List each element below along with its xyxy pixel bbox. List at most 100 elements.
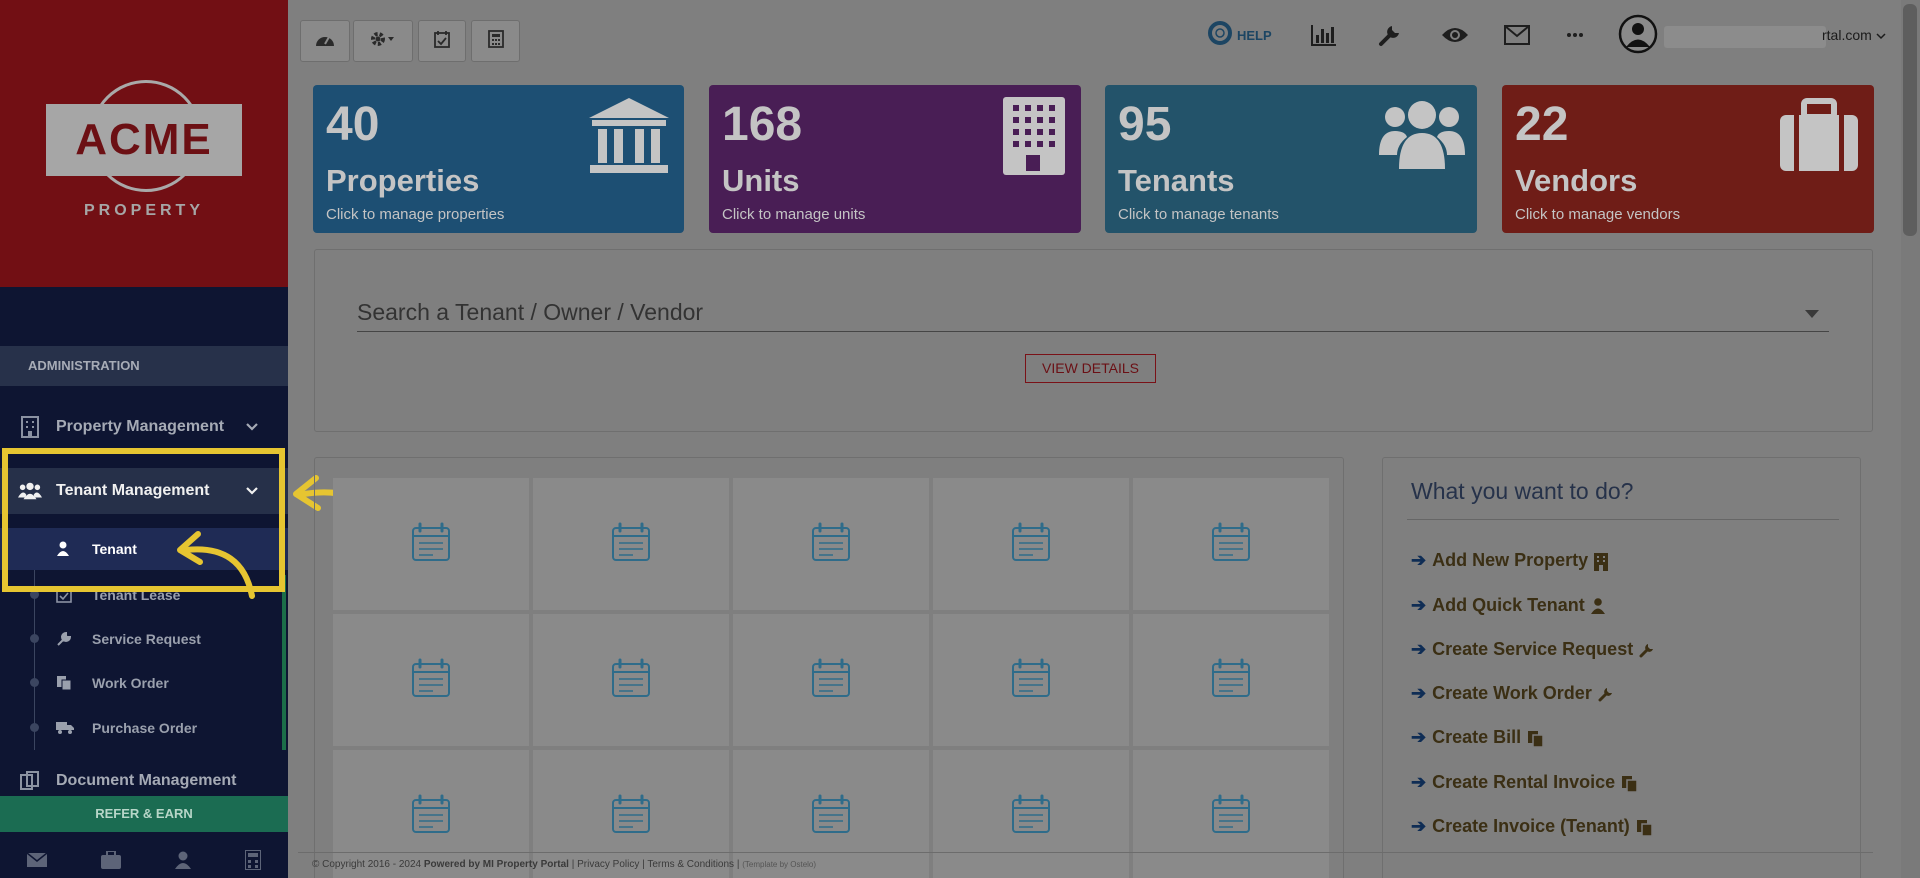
footer-privacy-link[interactable]: Privacy Policy: [577, 859, 639, 870]
sidebar-subitem-purchase-order[interactable]: Purchase Order: [0, 707, 288, 749]
calendar-tile[interactable]: [1133, 614, 1329, 746]
dashboard-icon: [315, 31, 335, 52]
quick-actions-panel: What you want to do? ➔ Add New Property …: [1382, 457, 1861, 878]
calendar-tile[interactable]: [333, 614, 529, 746]
gear-icon: [370, 31, 396, 52]
user-email-suffix[interactable]: rtal.com: [1822, 27, 1886, 43]
calendar-tile[interactable]: [933, 478, 1129, 610]
calendar-icon: [411, 794, 451, 839]
building-icon: [1594, 552, 1610, 571]
users-icon: [1377, 93, 1467, 183]
action-create-service-request[interactable]: ➔ Create Service Request: [1411, 639, 1655, 660]
sidebar-item-label: Document Management: [56, 772, 237, 789]
action-create-invoice-tenant[interactable]: ➔ Create Invoice (Tenant): [1411, 816, 1653, 837]
stat-number: 95: [1118, 98, 1172, 151]
search-placeholder: Search a Tenant / Owner / Vendor: [357, 299, 704, 325]
wrench-icon: [1639, 642, 1655, 658]
footer-template-credit: (Template by Ostelo): [742, 860, 817, 869]
calculator-icon: [487, 29, 504, 53]
tutorial-arrow-icon: [177, 531, 255, 599]
section-header-administration: ADMINISTRATION: [0, 346, 288, 386]
sidebar-subitem-service-request[interactable]: Service Request: [0, 618, 288, 660]
sidebar-subitem-work-order[interactable]: Work Order: [0, 662, 288, 704]
user-icon: [1590, 597, 1607, 614]
stat-number: 22: [1515, 98, 1569, 151]
footer-separator: |: [736, 859, 740, 870]
stat-card-units[interactable]: 168 Units Click to manage units: [709, 85, 1081, 233]
calendar-icon: [1211, 522, 1251, 567]
stat-label: Properties: [326, 163, 480, 198]
calendar-icon: [811, 658, 851, 703]
user-icon[interactable]: [175, 851, 191, 874]
copy-icon: [56, 675, 72, 691]
lifebuoy-icon: [1208, 20, 1232, 50]
briefcase-icon[interactable]: [101, 849, 121, 874]
eye-icon[interactable]: [1441, 18, 1469, 52]
action-add-new-property[interactable]: ➔ Add New Property: [1411, 550, 1610, 571]
calendar-icon: [811, 522, 851, 567]
copy-icon: [1527, 730, 1544, 748]
arrow-right-icon: ➔: [1411, 816, 1427, 836]
stat-card-properties[interactable]: 40 Properties Click to manage properties: [313, 85, 684, 233]
search-panel: Search a Tenant / Owner / Vendor VIEW DE…: [314, 249, 1873, 432]
caret-down-icon[interactable]: [1805, 310, 1819, 318]
sidebar-subitem-label: Work Order: [92, 675, 169, 691]
calendar-icon: [611, 658, 651, 703]
dashboard-button[interactable]: [300, 20, 350, 62]
arrow-right-icon: ➔: [1411, 772, 1427, 792]
settings-dropdown-button[interactable]: [353, 20, 413, 62]
envelope-icon[interactable]: [1504, 18, 1530, 52]
bar-chart-icon[interactable]: [1311, 18, 1337, 52]
footer-terms-link[interactable]: Terms & Conditions: [647, 859, 734, 870]
envelope-icon[interactable]: [26, 851, 48, 872]
stat-subtitle: Click to manage vendors: [1515, 206, 1681, 223]
calendar-tile[interactable]: [733, 614, 929, 746]
logo-plate: ACME: [46, 104, 242, 176]
wrench-icon[interactable]: [1378, 18, 1402, 52]
calculator-icon[interactable]: [244, 848, 262, 875]
calendar-tile[interactable]: [933, 614, 1129, 746]
sidebar-subitem-label: Purchase Order: [92, 720, 198, 736]
scrollbar-thumb[interactable]: [1903, 4, 1917, 236]
calculator-button[interactable]: [471, 20, 520, 62]
action-create-rental-invoice[interactable]: ➔ Create Rental Invoice: [1411, 772, 1638, 793]
search-input[interactable]: Search a Tenant / Owner / Vendor: [357, 296, 1829, 332]
arrow-right-icon: ➔: [1411, 550, 1427, 570]
building-icon: [981, 93, 1071, 183]
more-icon[interactable]: [1566, 18, 1584, 52]
action-add-quick-tenant[interactable]: ➔ Add Quick Tenant: [1411, 595, 1607, 616]
stat-card-vendors[interactable]: 22 Vendors Click to manage vendors: [1502, 85, 1874, 233]
refer-earn-button[interactable]: REFER & EARN: [0, 796, 288, 832]
calendar-tile[interactable]: [333, 478, 529, 610]
calendar-button[interactable]: [418, 20, 466, 62]
sidebar-bottom-icons: [0, 846, 288, 878]
divider: [1407, 519, 1839, 520]
calendar-grid-panel: [314, 457, 1344, 878]
calendar-icon: [611, 522, 651, 567]
stat-subtitle: Click to manage properties: [326, 206, 505, 223]
action-create-work-order[interactable]: ➔ Create Work Order: [1411, 683, 1614, 704]
copy-icon: [18, 770, 42, 792]
building-icon: [18, 416, 42, 438]
calendar-tile[interactable]: [533, 478, 729, 610]
footer-powered-by[interactable]: Powered by MI Property Portal: [424, 859, 569, 870]
calendar-tile[interactable]: [1133, 478, 1329, 610]
help-link[interactable]: HELP: [1208, 18, 1272, 52]
calendar-check-icon: [434, 30, 450, 53]
calendar-tile[interactable]: [533, 614, 729, 746]
truck-icon: [56, 720, 74, 736]
view-details-button[interactable]: VIEW DETAILS: [1025, 354, 1156, 383]
action-label: Add New Property: [1432, 550, 1589, 570]
calendar-icon: [611, 794, 651, 839]
avatar[interactable]: [1618, 14, 1658, 54]
arrow-right-icon: ➔: [1411, 639, 1427, 659]
footer-separator: |: [642, 859, 645, 870]
logo[interactable]: ACME PROPERTY: [0, 0, 288, 287]
tree-dot: [30, 678, 39, 687]
action-create-bill[interactable]: ➔ Create Bill: [1411, 727, 1544, 748]
calendar-tile[interactable]: [733, 478, 929, 610]
footer: © Copyright 2016 - 2024 Powered by MI Pr…: [298, 852, 1873, 878]
stat-card-tenants[interactable]: 95 Tenants Click to manage tenants: [1105, 85, 1477, 233]
sidebar-item-property-management[interactable]: Property Management: [0, 404, 288, 450]
stat-label: Tenants: [1118, 163, 1235, 198]
